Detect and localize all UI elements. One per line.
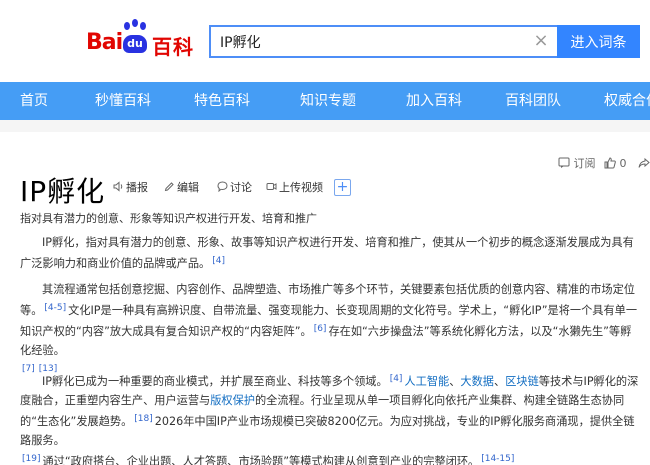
nav-item-topics[interactable]: 知识专题: [300, 82, 356, 120]
nav-item-featured[interactable]: 特色百科: [194, 82, 250, 120]
share-icon: [638, 157, 650, 168]
discuss-button[interactable]: 讨论: [217, 179, 252, 197]
logo-paw-toe: [140, 22, 146, 30]
summary-paragraph: IP孵化，指对具有潜力的创意、形象、故事等知识产权进行开发、培育和推广，使其从一…: [20, 233, 642, 273]
comment-icon: [217, 181, 228, 193]
citation-link[interactable]: [4]: [390, 374, 403, 384]
enter-entry-button[interactable]: 进入词条: [557, 25, 640, 58]
logo-paw-toe: [124, 22, 130, 30]
separator: 、: [449, 375, 461, 388]
citation-link[interactable]: [4-5]: [44, 303, 66, 313]
broadcast-button[interactable]: 播报: [113, 179, 148, 197]
nav-item-miaodong[interactable]: 秒懂百科: [95, 82, 151, 120]
clear-icon[interactable]: ×: [531, 31, 551, 51]
add-icon[interactable]: +: [334, 179, 351, 196]
nav-item-join[interactable]: 加入百科: [406, 82, 462, 120]
gray-band: [0, 120, 650, 132]
header: Bai du 百科 × 进入词条: [0, 0, 650, 82]
logo-paw-toe: [132, 19, 138, 27]
edit-label: 编辑: [177, 181, 199, 194]
citation-link[interactable]: [4]: [212, 256, 225, 266]
paragraph-text: IP孵化，指对具有潜力的创意、形象、故事等知识产权进行开发、培育和推广，使其从一…: [20, 236, 634, 270]
subscribe-icon: [558, 157, 570, 168]
link-blockchain[interactable]: 区块链: [505, 375, 539, 388]
trend-paragraph: IP孵化已成为一种重要的商业模式，并扩展至商业、科技等多个领域。 [4] 人工智能、…: [20, 370, 642, 465]
main-nav: 首页 秒懂百科 特色百科 知识专题 加入百科 百科团队 权威合作: [0, 82, 650, 120]
upload-video-label: 上传视频: [279, 181, 323, 194]
subscribe-label: 订阅: [573, 157, 596, 170]
link-copyright[interactable]: 版权保护: [210, 394, 255, 407]
edit-button[interactable]: 编辑: [164, 179, 199, 197]
logo-baike-text: 百科: [152, 35, 194, 59]
search-box: ×: [209, 25, 557, 58]
citation-link[interactable]: [14-15]: [481, 454, 514, 464]
paragraph-text: IP孵化已成为一种重要的商业模式，并扩展至商业、科技等多个领域。: [42, 375, 388, 388]
nav-item-partners[interactable]: 权威合作: [604, 82, 650, 120]
share-button[interactable]: [638, 155, 650, 173]
citation-link[interactable]: [18]: [134, 414, 152, 424]
link-ai[interactable]: 人工智能: [404, 375, 449, 388]
paragraph-text: 通过“政府搭台、企业出题、人才答题、市场验题”等模式构建从创意到产业的完整闭环。: [42, 455, 480, 465]
broadcast-label: 播报: [126, 181, 148, 194]
pencil-icon: [164, 182, 174, 192]
speaker-icon: [113, 181, 123, 192]
upload-video-button[interactable]: 上传视频: [266, 179, 323, 197]
separator: 、: [493, 375, 506, 388]
like-button[interactable]: 0: [604, 155, 627, 173]
thumbs-up-icon: [604, 157, 616, 169]
nav-item-home[interactable]: 首页: [20, 82, 48, 120]
discuss-label: 讨论: [230, 181, 252, 194]
process-paragraph: 其流程通常包括创意挖掘、内容创作、品牌塑造、市场推广等多个环节，关键要素包括优质…: [20, 280, 642, 381]
like-count: 0: [619, 157, 627, 170]
logo-bai-text: Bai: [86, 30, 123, 55]
link-bigdata[interactable]: 大数据: [460, 375, 494, 388]
logo-du-paw: du: [123, 35, 147, 53]
nav-item-team[interactable]: 百科团队: [505, 82, 561, 120]
page-title: IP孵化: [20, 175, 106, 208]
baidu-baike-logo[interactable]: Bai du 百科: [86, 18, 201, 62]
entry-subtitle: 指对具有潜力的创意、形象等知识产权进行开发、培育和推广: [20, 212, 317, 225]
search-input[interactable]: [211, 27, 521, 56]
video-camera-icon: [266, 183, 277, 190]
entry-tools: 订阅 0: [558, 155, 650, 173]
citation-link[interactable]: [19]: [22, 454, 40, 464]
citation-link[interactable]: [6]: [314, 324, 327, 334]
subscribe-button[interactable]: 订阅: [558, 155, 596, 173]
